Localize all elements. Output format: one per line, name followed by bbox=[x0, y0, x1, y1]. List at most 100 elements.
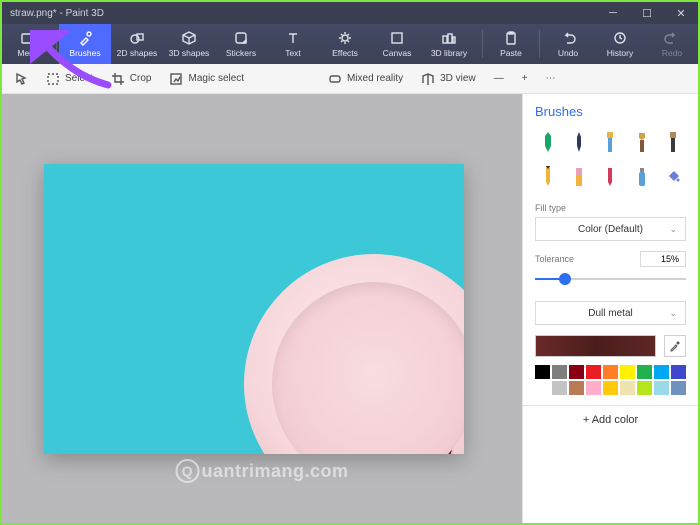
pointer-tool[interactable] bbox=[10, 69, 32, 89]
panel-title: Brushes bbox=[535, 104, 686, 119]
canvas-label: Canvas bbox=[383, 48, 412, 58]
undo-label: Undo bbox=[558, 48, 578, 58]
brush-eraser[interactable] bbox=[566, 163, 591, 189]
menu-icon bbox=[20, 30, 36, 46]
watermark: Q uantrimang.com bbox=[175, 459, 348, 483]
ribbon-spacer bbox=[475, 24, 480, 64]
palette-swatch[interactable] bbox=[620, 381, 635, 395]
palette-swatch[interactable] bbox=[671, 365, 686, 379]
brush-calligraphy[interactable] bbox=[566, 129, 591, 155]
palette-swatch[interactable] bbox=[637, 381, 652, 395]
text-tab[interactable]: Text bbox=[267, 24, 319, 64]
paste-label: Paste bbox=[500, 48, 522, 58]
3dview-label: 3D view bbox=[440, 73, 476, 84]
brush-crayon[interactable] bbox=[598, 163, 623, 189]
palette-swatch[interactable] bbox=[586, 365, 601, 379]
palette-swatch[interactable] bbox=[569, 381, 584, 395]
brush-pencil[interactable] bbox=[535, 163, 560, 189]
canvas-icon bbox=[389, 30, 405, 46]
library-label: 3D library bbox=[431, 48, 467, 58]
slider-thumb[interactable] bbox=[559, 273, 571, 285]
brush-grid bbox=[535, 129, 686, 189]
crop-icon bbox=[111, 72, 125, 86]
chevron-down-icon: ⌄ bbox=[669, 224, 677, 235]
maximize-button[interactable]: ☐ bbox=[630, 2, 664, 24]
2d-shapes-icon bbox=[129, 30, 145, 46]
close-button[interactable]: ✕ bbox=[664, 2, 698, 24]
palette-swatch[interactable] bbox=[552, 381, 567, 395]
history-button[interactable]: History bbox=[594, 24, 646, 64]
canvas-tab[interactable]: Canvas bbox=[371, 24, 423, 64]
effects-tab[interactable]: Effects bbox=[319, 24, 371, 64]
palette-swatch[interactable] bbox=[586, 381, 601, 395]
eyedropper-button[interactable] bbox=[664, 335, 686, 357]
window-controls: ─ ☐ ✕ bbox=[596, 2, 698, 24]
palette-swatch[interactable] bbox=[603, 381, 618, 395]
redo-button[interactable]: Redo bbox=[646, 24, 698, 64]
3d-shapes-tab[interactable]: 3D shapes bbox=[163, 24, 215, 64]
text-icon bbox=[285, 30, 301, 46]
material-value: Dull metal bbox=[588, 308, 632, 319]
magic-label: Magic select bbox=[188, 73, 244, 84]
palette-swatch[interactable] bbox=[535, 365, 550, 379]
canvas-image[interactable] bbox=[44, 164, 464, 454]
stickers-tab[interactable]: Stickers bbox=[215, 24, 267, 64]
tolerance-label: Tolerance bbox=[535, 254, 574, 264]
3d-library-tab[interactable]: 3D library bbox=[423, 24, 475, 64]
palette-swatch[interactable] bbox=[603, 365, 618, 379]
paste-button[interactable]: Paste bbox=[485, 24, 537, 64]
brush-fill[interactable] bbox=[661, 163, 686, 189]
stickers-icon bbox=[233, 30, 249, 46]
mixed-reality-tool[interactable]: Mixed reality bbox=[324, 69, 407, 89]
palette-swatch[interactable] bbox=[569, 365, 584, 379]
brushes-tab[interactable]: Brushes bbox=[59, 24, 111, 64]
fill-type-dropdown[interactable]: Color (Default) ⌄ bbox=[535, 217, 686, 241]
brush-pixel[interactable] bbox=[661, 129, 686, 155]
palette-swatch[interactable] bbox=[671, 381, 686, 395]
effects-label: Effects bbox=[332, 48, 358, 58]
tolerance-input[interactable] bbox=[640, 251, 686, 267]
secondary-toolbar: Select Crop Magic select Mixed reality 3… bbox=[2, 64, 698, 94]
more-options-button[interactable]: ⋯ bbox=[542, 70, 560, 87]
tolerance-slider[interactable] bbox=[535, 271, 686, 287]
plate-graphic bbox=[244, 254, 464, 454]
palette-swatch[interactable] bbox=[620, 365, 635, 379]
magic-select-tool[interactable]: Magic select bbox=[165, 69, 248, 89]
window-title: straw.png* - Paint 3D bbox=[10, 8, 104, 19]
fill-type-label: Fill type bbox=[535, 203, 686, 213]
add-color-button[interactable]: + Add color bbox=[523, 405, 698, 426]
redo-label: Redo bbox=[662, 48, 682, 58]
3d-shapes-icon bbox=[181, 30, 197, 46]
select-tool[interactable]: Select bbox=[42, 69, 97, 89]
minimize-button[interactable]: ─ bbox=[596, 2, 630, 24]
palette-swatch[interactable] bbox=[637, 365, 652, 379]
menu-button[interactable]: Menu bbox=[2, 24, 54, 64]
brush-watercolor[interactable] bbox=[629, 129, 654, 155]
brush-oil[interactable] bbox=[598, 129, 623, 155]
redo-icon bbox=[664, 30, 680, 46]
mixed-reality-icon bbox=[328, 72, 342, 86]
ribbon: Menu Brushes 2D shapes 3D shapes Sticker… bbox=[2, 24, 698, 64]
undo-button[interactable]: Undo bbox=[542, 24, 594, 64]
separator bbox=[56, 30, 57, 58]
palette-swatch[interactable] bbox=[552, 365, 567, 379]
effects-icon bbox=[337, 30, 353, 46]
zoom-out-button[interactable]: — bbox=[490, 70, 508, 87]
2d-shapes-tab[interactable]: 2D shapes bbox=[111, 24, 163, 64]
brush-icon bbox=[77, 30, 93, 46]
brush-spray[interactable] bbox=[629, 163, 654, 189]
library-icon bbox=[441, 30, 457, 46]
zoom-in-button[interactable]: + bbox=[518, 70, 532, 87]
current-color-swatch[interactable] bbox=[535, 335, 656, 357]
palette-swatch[interactable] bbox=[535, 381, 550, 395]
2d-shapes-label: 2D shapes bbox=[117, 48, 158, 58]
stickers-label: Stickers bbox=[226, 48, 256, 58]
crop-tool[interactable]: Crop bbox=[107, 69, 156, 89]
palette-swatch[interactable] bbox=[654, 365, 669, 379]
3d-view-tool[interactable]: 3D view bbox=[417, 69, 480, 89]
canvas-area[interactable]: Q uantrimang.com bbox=[2, 94, 522, 523]
palette-swatch[interactable] bbox=[654, 381, 669, 395]
brush-marker[interactable] bbox=[535, 129, 560, 155]
material-dropdown[interactable]: Dull metal ⌄ bbox=[535, 301, 686, 325]
brushes-label: Brushes bbox=[69, 48, 100, 58]
